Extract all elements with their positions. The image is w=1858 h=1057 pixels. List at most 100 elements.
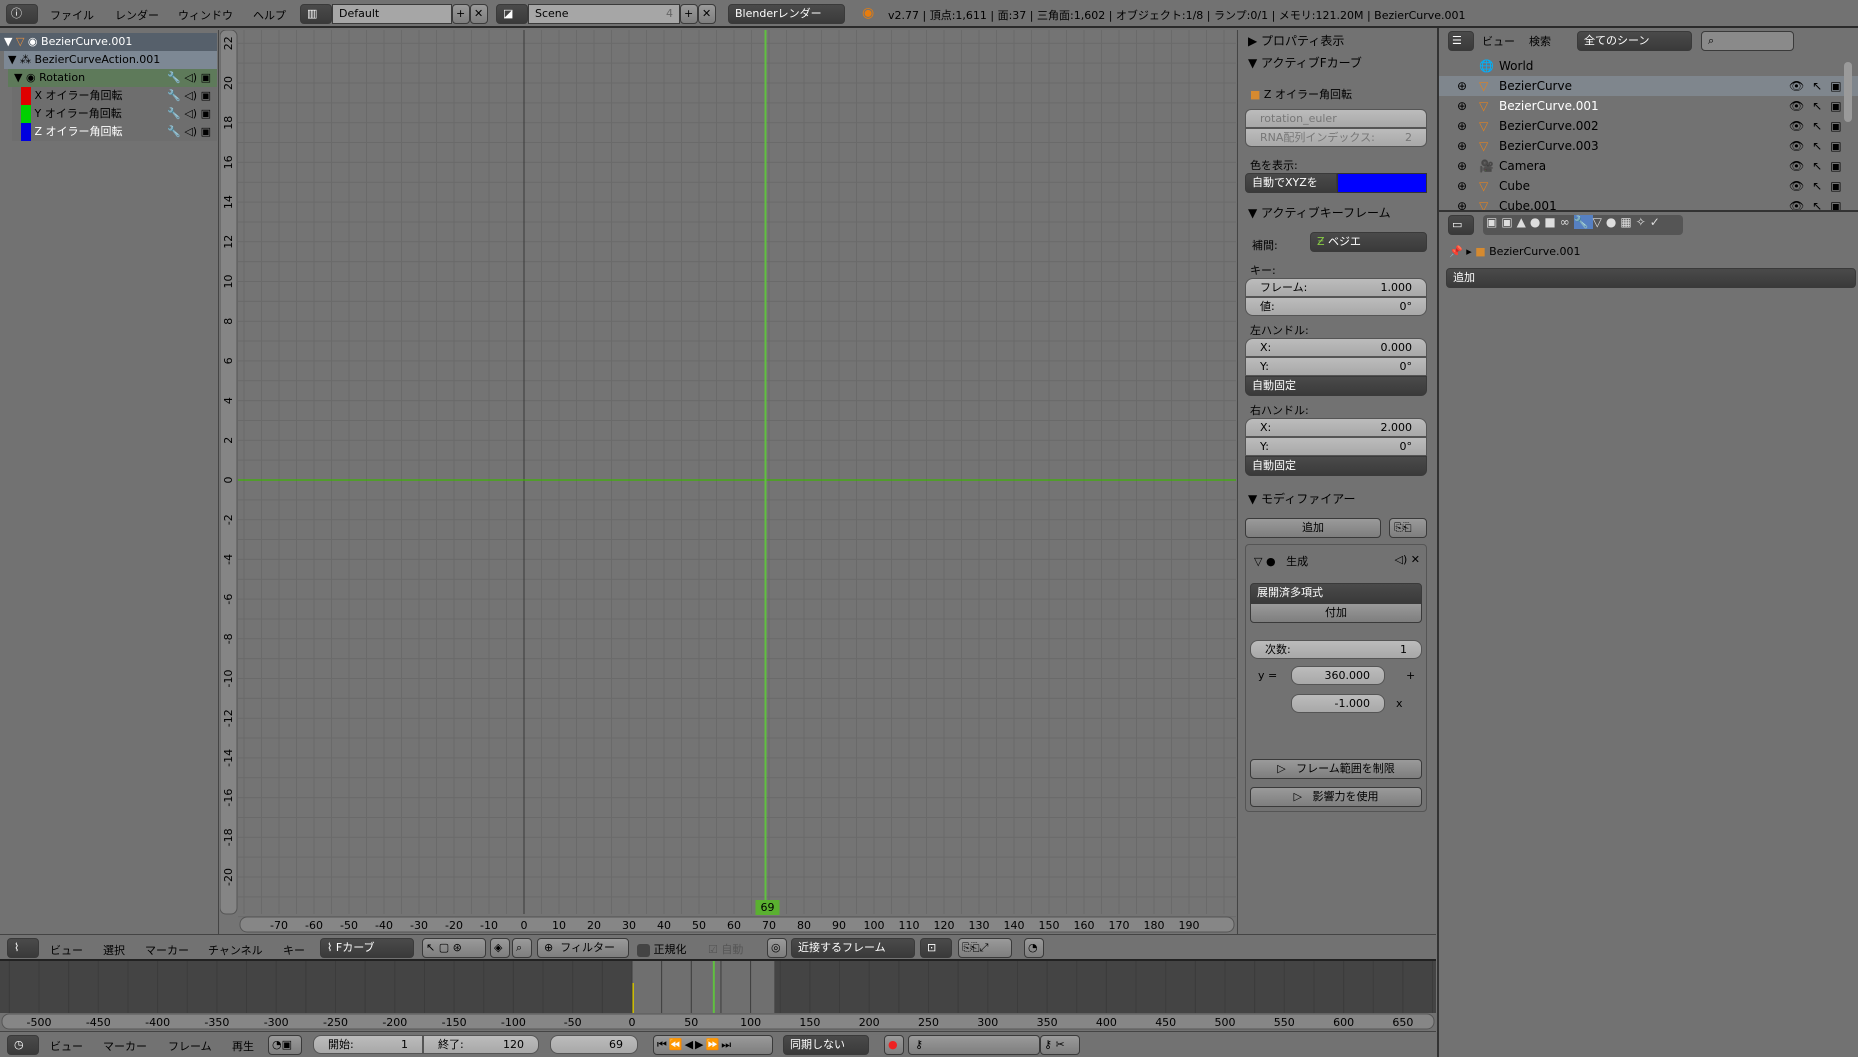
copy-paste-keys-buttons[interactable]: ⎘⎗⤢ xyxy=(958,938,1012,958)
left-handle-x-field[interactable]: X: 0.000 xyxy=(1245,338,1427,357)
mute-toggle[interactable]: ● xyxy=(1266,555,1276,568)
pivot-button[interactable]: ◎ xyxy=(767,938,787,958)
channel-y-euler[interactable]: Y オイラー角回転 🔧 ◁) ▣ xyxy=(12,105,217,123)
auto-snap-select[interactable]: 近接するフレーム xyxy=(791,938,915,958)
keying-set-field[interactable]: ⚷ xyxy=(908,1035,1040,1055)
ghost-button[interactable]: ◔ xyxy=(1024,938,1044,958)
rna-index-field[interactable]: RNA配列インデックス: 2 xyxy=(1245,128,1427,147)
outliner-item[interactable]: ⊕ ▽ Cube.001 👁↖▣ xyxy=(1439,196,1858,210)
start-frame-field[interactable]: 開始: 1 xyxy=(313,1035,423,1054)
key-frame-field[interactable]: フレーム: 1.000 xyxy=(1245,278,1427,297)
channel-tools[interactable]: 🔧 ◁) ▣ xyxy=(167,105,211,123)
view-toggle-buttons[interactable]: ↖ ▢ ⊛ xyxy=(422,938,486,958)
left-handle-type-select[interactable]: 自動固定 xyxy=(1245,376,1427,396)
auto-normalize-checkbox[interactable]: ☑ 自動 xyxy=(708,941,743,957)
outliner-menu-view[interactable]: ビュー xyxy=(1482,33,1515,49)
scene-add-button[interactable]: + xyxy=(680,4,698,24)
channel-z-euler[interactable]: Z オイラー角回転 🔧 ◁) ▣ xyxy=(12,123,217,141)
timeline-menu-playback[interactable]: 再生 xyxy=(232,1038,254,1054)
graph-menu-select[interactable]: 選択 xyxy=(103,942,125,958)
record-button[interactable]: ● xyxy=(884,1035,904,1055)
menu-window[interactable]: ウィンドウ xyxy=(178,7,233,23)
poly-order-field[interactable]: 次数: 1 xyxy=(1250,640,1422,659)
graph-editor-canvas[interactable]: 2220181614121086420-2-4-6-8-10-12-14-16-… xyxy=(220,30,1236,934)
copy-paste-modifier-buttons[interactable]: ⎘⎗ xyxy=(1389,518,1427,538)
playback-controls[interactable]: ⏮⏪◀▶⏩⏭ xyxy=(653,1035,773,1055)
timeline-menu-marker[interactable]: マーカー xyxy=(103,1038,147,1054)
right-handle-type-select[interactable]: 自動固定 xyxy=(1245,456,1427,476)
rna-path-field[interactable]: rotation_euler xyxy=(1245,109,1427,128)
sync-mode-select[interactable]: 同期しない xyxy=(783,1035,869,1055)
left-handle-y-field[interactable]: Y: 0° xyxy=(1245,357,1427,376)
channel-color-swatch[interactable] xyxy=(21,123,31,141)
current-frame-field[interactable]: 69 xyxy=(550,1035,638,1054)
outliner-display-mode-select[interactable]: 全てのシーン xyxy=(1577,31,1692,51)
end-frame-field[interactable]: 終了: 120 xyxy=(423,1035,539,1054)
use-influence-toggle[interactable]: ▷ 影響力を使用 xyxy=(1250,787,1422,807)
restrict-toggles[interactable]: 👁↖▣ xyxy=(1789,116,1850,136)
channel-tools[interactable]: 🔧 ◁) ▣ xyxy=(167,69,211,87)
render-engine-select[interactable]: Blenderレンダー xyxy=(728,4,845,24)
graph-menu-channel[interactable]: チャンネル xyxy=(208,942,263,958)
section-modifiers[interactable]: ▼ モディファイアー xyxy=(1248,490,1356,507)
layout-name-field[interactable]: Default xyxy=(332,4,452,24)
channel-color-swatch[interactable] xyxy=(21,87,31,105)
pin-icon[interactable]: 📌 xyxy=(1449,245,1463,258)
outliner-item[interactable]: ⊕ ▽ Cube 👁↖▣ xyxy=(1439,176,1858,196)
outliner-item[interactable]: ⊕ 🎥 Camera 👁↖▣ xyxy=(1439,156,1858,176)
zoom-button[interactable]: ⌕ xyxy=(512,938,532,958)
scene-icon-button[interactable]: ◪ xyxy=(496,4,528,24)
menu-render[interactable]: レンダー xyxy=(115,7,159,23)
editor-type-info-button[interactable]: ⓘ xyxy=(6,4,38,24)
layout-remove-button[interactable]: ✕ xyxy=(470,4,488,24)
restrict-toggles[interactable]: 👁↖▣ xyxy=(1789,96,1850,116)
outliner-scrollbar[interactable] xyxy=(1844,62,1852,122)
expand-icon[interactable]: ⊕ xyxy=(1457,116,1467,136)
expand-icon[interactable]: ⊕ xyxy=(1457,76,1467,96)
interpolation-select[interactable]: Ƶ ベジエ xyxy=(1310,232,1427,252)
expand-icon[interactable]: ⊕ xyxy=(1457,96,1467,116)
timeline-editor-type-button[interactable]: ◷ xyxy=(7,1035,39,1055)
keyframe-insert-buttons[interactable]: ⚷ ✂ xyxy=(1040,1035,1080,1055)
graph-editor-type-button[interactable]: ⌇ xyxy=(7,938,39,958)
graph-menu-marker[interactable]: マーカー xyxy=(145,942,189,958)
channel-group-rotation[interactable]: ▼ ◉ Rotation 🔧 ◁) ▣ xyxy=(8,69,217,87)
outliner-item[interactable]: ⊕ ▽ BezierCurve.003 👁↖▣ xyxy=(1439,136,1858,156)
restrict-toggles[interactable]: 👁↖▣ xyxy=(1789,76,1850,96)
scene-remove-button[interactable]: ✕ xyxy=(698,4,716,24)
expand-icon[interactable]: ⊕ xyxy=(1457,136,1467,156)
layout-add-button[interactable]: + xyxy=(452,4,470,24)
properties-context-tabs[interactable]: ▣▣▲●■∞🔧▽●▦✧✓ xyxy=(1483,215,1683,235)
fcurve-color-swatch[interactable] xyxy=(1337,173,1427,193)
channel-tools[interactable]: 🔧 ◁) ▣ xyxy=(167,123,211,141)
expand-icon[interactable]: ⊕ xyxy=(1457,156,1467,176)
timeline-menu-view[interactable]: ビュー xyxy=(50,1038,83,1054)
color-mode-select[interactable]: 自動でXYZを xyxy=(1245,173,1337,193)
coefficient-0-field[interactable]: 360.000 xyxy=(1291,666,1385,685)
expand-icon[interactable]: ⊕ xyxy=(1457,196,1467,210)
outliner-editor-type-button[interactable]: ☰ xyxy=(1448,31,1474,51)
restrict-toggles[interactable]: 👁↖▣ xyxy=(1789,136,1850,156)
menu-help[interactable]: ヘルプ xyxy=(253,7,286,23)
restrict-toggles[interactable]: 👁↖▣ xyxy=(1789,156,1850,176)
graph-menu-view[interactable]: ビュー xyxy=(50,942,83,958)
restrict-frame-range-toggle[interactable]: ▷ フレーム範囲を制限 xyxy=(1250,759,1422,779)
coefficient-1-field[interactable]: -1.000 xyxy=(1291,694,1385,713)
section-view-properties[interactable]: ▶ プロパティ表示 xyxy=(1248,32,1344,49)
outliner-item[interactable]: ⊕ ▽ BezierCurve.001 👁↖▣ xyxy=(1439,96,1858,116)
scene-name-field[interactable]: Scene 4 xyxy=(528,4,680,24)
section-active-fcurve[interactable]: ▼ アクティブFカーブ xyxy=(1248,54,1362,71)
eye-icon[interactable]: ◉ xyxy=(24,35,41,48)
properties-editor-type-button[interactable]: ▭ xyxy=(1448,215,1474,235)
add-modifier-select[interactable]: 追加 xyxy=(1446,268,1856,288)
right-handle-x-field[interactable]: X: 2.000 xyxy=(1245,418,1427,437)
modifier-controls[interactable]: ◁) ✕ xyxy=(1395,553,1420,566)
preview-range-button[interactable]: ◔▣ xyxy=(268,1035,302,1055)
channel-tools[interactable]: 🔧 ◁) ▣ xyxy=(167,87,211,105)
menu-file[interactable]: ファイル xyxy=(50,7,94,23)
filter-button[interactable]: ⊕ フィルター xyxy=(537,938,629,958)
timeline-canvas[interactable]: -500 -450 -400 -350 -300 -250 -200 -150 -100 -50 0… xyxy=(0,961,1436,1031)
add-modifier-button[interactable]: 追加 xyxy=(1245,518,1381,538)
eye-icon[interactable]: ◉ xyxy=(22,71,39,84)
outliner-search-field[interactable]: ⌕ xyxy=(1701,31,1794,51)
